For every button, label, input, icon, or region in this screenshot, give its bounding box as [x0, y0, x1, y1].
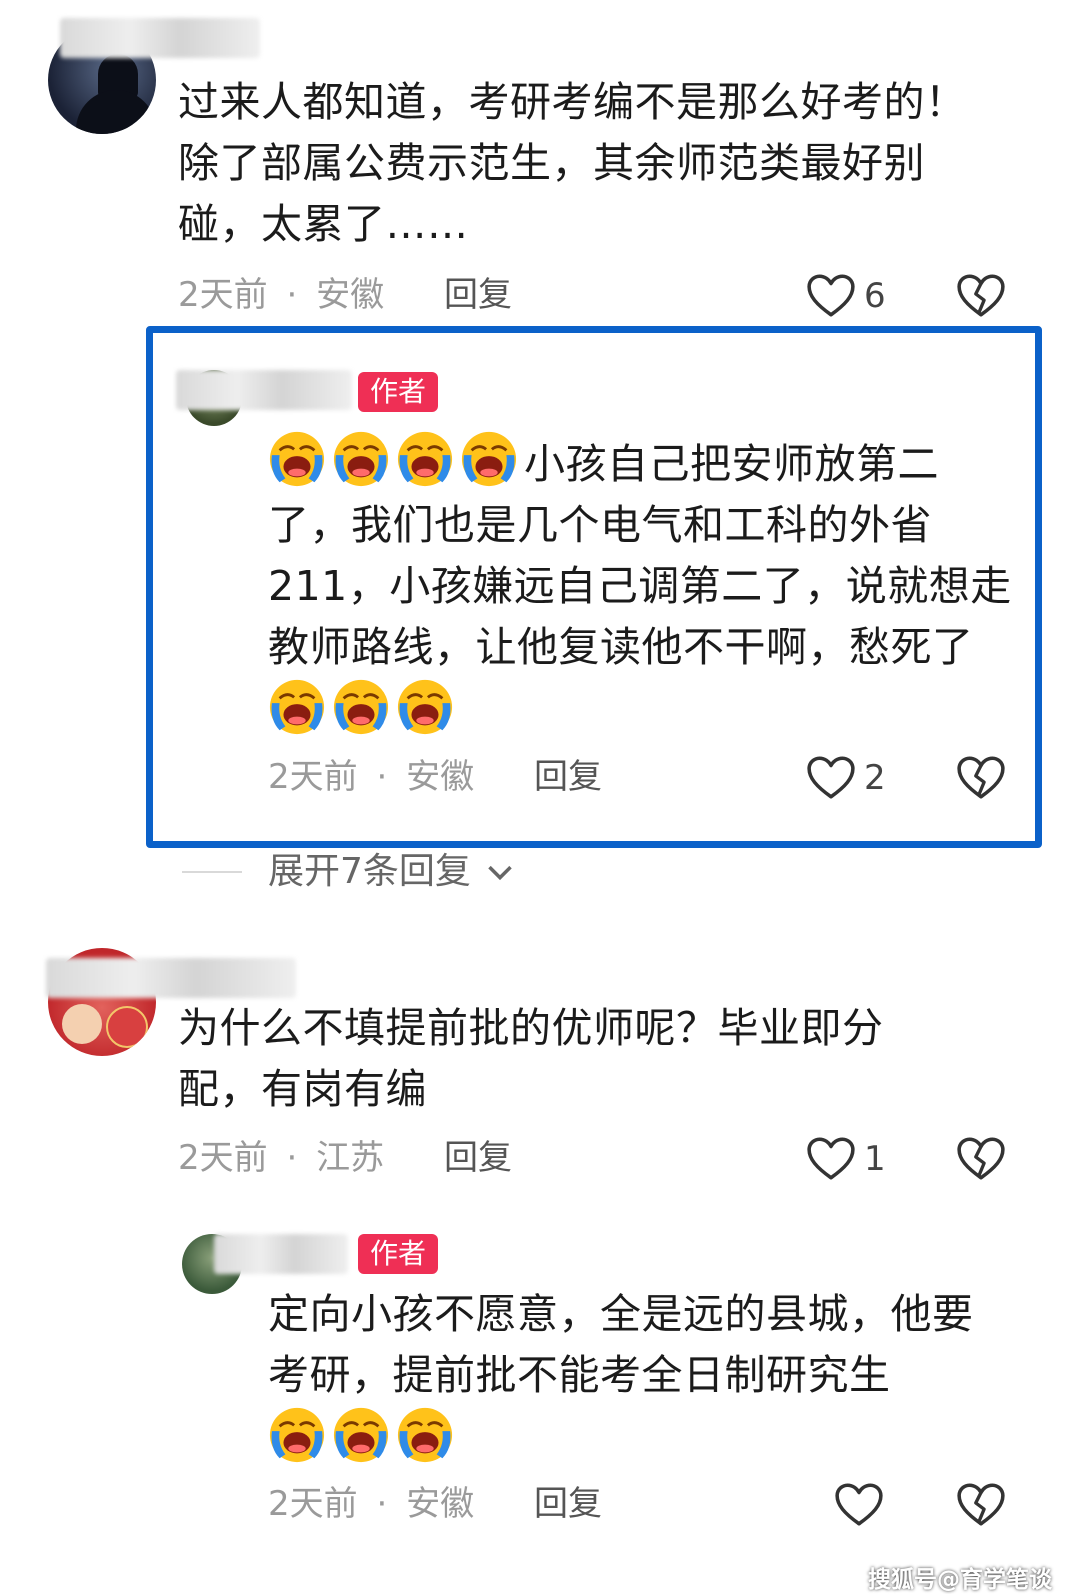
comment-text: 过来人都知道，考研考编不是那么好考的！除了部属公费示范生，其余师范类最好别碰，太… [178, 78, 967, 248]
reply-button[interactable]: 回复 [534, 757, 602, 797]
like-icon[interactable] [834, 1482, 884, 1528]
like-icon[interactable] [806, 273, 856, 319]
dislike-icon[interactable] [956, 1482, 1006, 1528]
reply-button[interactable]: 回复 [444, 1138, 512, 1178]
like-icon[interactable] [806, 1136, 856, 1182]
comment-location: 安徽 [406, 757, 475, 797]
like-count: 6 [864, 276, 886, 316]
expand-replies-label: 展开7条回复 [268, 851, 471, 892]
author-badge: 作者 [358, 372, 439, 412]
crying-emoji-icon [396, 430, 454, 488]
meta-separator: · [376, 757, 388, 797]
chevron-down-icon [486, 863, 514, 883]
reply-text: 小孩自己把安师放第二了，我们也是几个电气和工科的外省211，小孩嫌远自己调第二了… [268, 430, 1016, 743]
username-blurred [46, 958, 296, 998]
comment-time: 2天前 [268, 757, 358, 797]
username-blurred [176, 370, 352, 410]
author-badge: 作者 [358, 1234, 439, 1274]
reply-text-content: 定向小孩不愿意，全是远的县城，他要考研，提前批不能考全日制研究生 [268, 1290, 974, 1399]
like-count: 2 [864, 758, 886, 798]
dislike-icon[interactable] [956, 755, 1006, 801]
comment-location: 安徽 [406, 1484, 475, 1524]
comment-meta: 2天前 · 安徽 [268, 1484, 474, 1524]
comment-location: 安徽 [316, 275, 385, 315]
username-blurred [60, 18, 260, 58]
username-blurred [214, 1234, 348, 1274]
comment-text: 为什么不填提前批的优师呢？毕业即分配，有岗有编 [178, 1004, 884, 1113]
reply-button[interactable]: 回复 [444, 275, 512, 315]
meta-separator: · [376, 1484, 388, 1524]
meta-separator: · [286, 275, 298, 315]
comment-location: 江苏 [316, 1138, 385, 1178]
divider [182, 871, 242, 873]
expand-replies-button[interactable]: 展开7条回复 [268, 852, 514, 892]
crying-emoji-icon [332, 430, 390, 488]
meta-separator: · [286, 1138, 298, 1178]
comment-meta: 2天前 · 安徽 [268, 757, 474, 797]
like-icon[interactable] [806, 755, 856, 801]
comment-meta: 2天前 · 江苏 [178, 1138, 384, 1178]
crying-emoji-icon [268, 430, 326, 488]
crying-emoji-icon [396, 1406, 454, 1464]
comment-time: 2天前 [178, 275, 268, 315]
crying-emoji-icon [332, 678, 390, 736]
crying-emoji-icon [460, 430, 518, 488]
reply-button[interactable]: 回复 [534, 1484, 602, 1524]
dislike-icon[interactable] [956, 273, 1006, 319]
crying-emoji-icon [268, 1406, 326, 1464]
crying-emoji-icon [268, 678, 326, 736]
like-count: 1 [864, 1139, 886, 1179]
crying-emoji-icon [332, 1406, 390, 1464]
comment-time: 2天前 [268, 1484, 358, 1524]
watermark: 搜狐号@育学笔谈 [868, 1567, 1052, 1593]
dislike-icon[interactable] [956, 1136, 1006, 1182]
comment-meta: 2天前 · 安徽 [178, 275, 384, 315]
comment-time: 2天前 [178, 1138, 268, 1178]
reply-text: 定向小孩不愿意，全是远的县城，他要考研，提前批不能考全日制研究生 [268, 1284, 998, 1471]
crying-emoji-icon [396, 678, 454, 736]
